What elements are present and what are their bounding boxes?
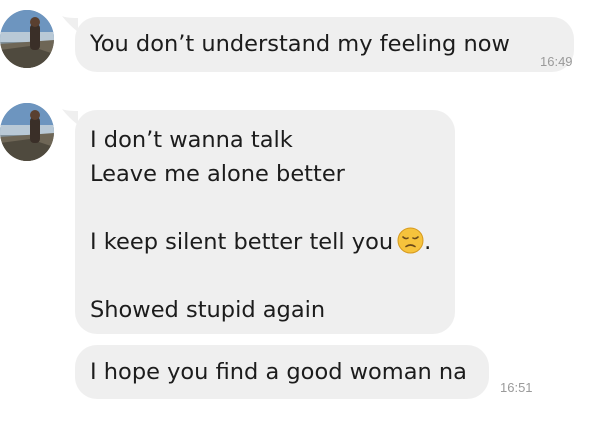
chat-thread: You don’t understand my feeling now 16:4… bbox=[0, 0, 608, 422]
message-bubble[interactable]: You don’t understand my feeling now bbox=[75, 17, 574, 72]
message-text-line: I keep silent better tell you . bbox=[90, 225, 440, 259]
message-timestamp: 16:51 bbox=[500, 380, 533, 395]
pensive-face-emoji-icon bbox=[397, 227, 424, 254]
message-bubble[interactable]: I hope you find a good woman na bbox=[75, 345, 489, 399]
bubble-tail bbox=[62, 109, 78, 125]
message-text: Showed stupid again bbox=[90, 297, 326, 323]
contact-avatar[interactable] bbox=[0, 10, 54, 68]
message-timestamp: 16:49 bbox=[540, 54, 573, 69]
avatar-photo-icon bbox=[0, 103, 54, 161]
contact-avatar[interactable] bbox=[0, 103, 54, 161]
message-text: I hope you find a good woman na bbox=[90, 359, 467, 385]
message-text-suffix: . bbox=[424, 229, 432, 255]
avatar-photo-icon bbox=[0, 10, 54, 68]
bubble-tail bbox=[62, 16, 78, 32]
message-text: You don’t understand my feeling now bbox=[90, 31, 510, 57]
message-text: I keep silent better tell you bbox=[90, 229, 394, 255]
message-bubble[interactable]: I don’t wanna talk Leave me alone better… bbox=[75, 110, 455, 334]
message-text: I don’t wanna talk bbox=[90, 127, 293, 153]
message-text: Leave me alone better bbox=[90, 161, 345, 187]
